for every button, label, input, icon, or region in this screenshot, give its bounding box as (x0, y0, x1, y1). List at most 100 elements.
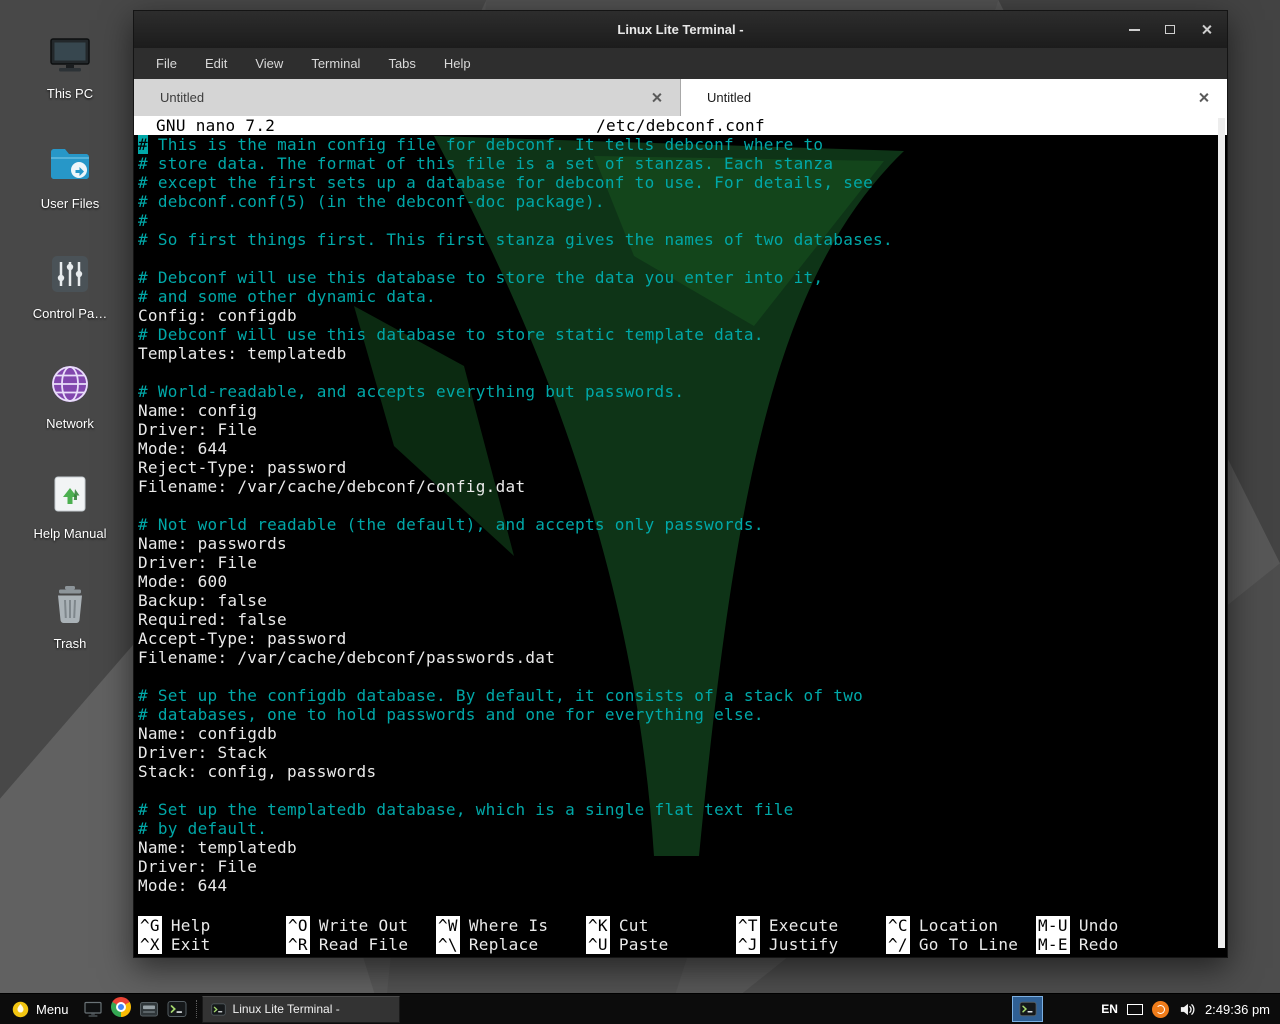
shortcut-key: ^T (736, 916, 760, 935)
desktop: This PCUser FilesControl Pa… Network Help … (0, 0, 1280, 1024)
menu-button-label: Menu (36, 1002, 69, 1017)
shortcut-key: ^\ (436, 935, 460, 954)
update-notifier-icon[interactable] (1152, 1001, 1169, 1018)
desktop-icon-control-pa[interactable]: Control Pa… (8, 238, 132, 348)
tab-label: Untitled (160, 90, 651, 105)
desktop-icon-label: Trash (54, 636, 87, 651)
terminal-line: Mode: 600 (138, 572, 1227, 591)
shortcut-label: Redo (1079, 935, 1119, 954)
launcher-show-desktop-icon[interactable] (79, 994, 107, 1024)
desktop-icon-help-manual[interactable]: Help Manual (8, 458, 132, 568)
launcher-file-manager-icon[interactable] (135, 994, 163, 1024)
tray-terminal-icon[interactable] (1012, 996, 1043, 1022)
terminal-line: Name: config (138, 401, 1227, 420)
desktop-icon-list: This PCUser FilesControl Pa… Network Help … (8, 18, 132, 678)
shortcut-key: ^K (586, 916, 610, 935)
shortcut-key: ^G (138, 916, 162, 935)
terminal-line: # store data. The format of this file is… (138, 154, 1227, 173)
menu-flame-icon (12, 1001, 29, 1018)
terminal-scrollbar[interactable] (1218, 118, 1225, 948)
terminal-line: Reject-Type: password (138, 458, 1227, 477)
tab-1[interactable]: Untitled (134, 79, 681, 116)
shortcut-label: Write Out (319, 916, 408, 935)
menu-button[interactable]: Menu (0, 994, 79, 1024)
terminal-line: Config: configdb (138, 306, 1227, 325)
tab-close-icon[interactable] (651, 92, 662, 103)
terminal-line (138, 667, 1227, 686)
nano-shortcut-cut: ^KCut (586, 916, 736, 935)
tab-2[interactable]: Untitled (681, 79, 1227, 116)
desktop-icon-trash[interactable]: Trash (8, 568, 132, 678)
launcher-terminal-icon[interactable] (163, 994, 191, 1024)
desktop-icon-this-pc[interactable]: This PC (8, 18, 132, 128)
close-button[interactable] (1193, 19, 1219, 41)
shortcut-key: ^W (436, 916, 460, 935)
shortcut-key: M-E (1036, 935, 1070, 954)
nano-shortcut-execute: ^T Execute (736, 916, 886, 935)
terminal-line: Name: passwords (138, 534, 1227, 553)
taskbar: Menu Linux Lite Terminal - EN 2:49:36 pm (0, 993, 1280, 1024)
nano-shortcut-redo: M-E Redo (1036, 935, 1227, 954)
terminal-line: Driver: Stack (138, 743, 1227, 762)
nano-shortcut-undo: M-U Undo (1036, 916, 1227, 935)
menu-item-edit[interactable]: Edit (191, 48, 241, 79)
terminal-line: # databases, one to hold passwords and o… (138, 705, 1227, 724)
nano-shortcut-help: ^GHelp (138, 916, 286, 935)
terminal-icon (167, 999, 187, 1019)
shortcut-label: Paste (619, 935, 669, 954)
menu-item-terminal[interactable]: Terminal (297, 48, 374, 79)
shortcut-key: ^C (886, 916, 910, 935)
clock: 2:49:36 pm (1205, 1002, 1270, 1017)
maximize-icon (1165, 25, 1175, 34)
tab-close-icon[interactable] (1198, 92, 1209, 103)
menu-item-view[interactable]: View (241, 48, 297, 79)
minimize-button[interactable] (1121, 19, 1147, 41)
show-desktop-icon (83, 999, 103, 1019)
menu-bar: FileEditViewTerminalTabsHelp (134, 48, 1227, 79)
shortcut-label: Justify (769, 935, 839, 954)
taskbar-separator (196, 1000, 197, 1018)
menu-item-tabs[interactable]: Tabs (374, 48, 429, 79)
terminal-line: Required: false (138, 610, 1227, 629)
launcher-chrome-icon[interactable] (107, 994, 135, 1024)
terminal-line: Mode: 644 (138, 439, 1227, 458)
keyboard-layout-indicator[interactable]: EN (1101, 1002, 1118, 1016)
help-manual-icon (46, 470, 94, 518)
scrollbar-thumb[interactable] (1218, 118, 1225, 948)
terminal-line (138, 249, 1227, 268)
window-buttons (1121, 11, 1219, 48)
terminal-view[interactable]: GNU nano 7.2 /etc/debconf.conf # This is… (134, 116, 1227, 957)
desktop-icon-label: Network (46, 416, 94, 431)
nano-shortcut-justify: ^JJustify (736, 935, 886, 954)
shortcut-key: ^O (286, 916, 310, 935)
nano-shortcut-exit: ^XExit (138, 935, 286, 954)
desktop-icon-user-files[interactable]: User Files (8, 128, 132, 238)
minimize-icon (1129, 29, 1140, 31)
folder-icon (46, 140, 94, 188)
tab-label: Untitled (707, 90, 1198, 105)
taskbar-window-button[interactable]: Linux Lite Terminal - (202, 996, 400, 1023)
desktop-icon-network[interactable]: Network (8, 348, 132, 458)
menu-item-help[interactable]: Help (430, 48, 485, 79)
nano-shortcut-read-file: ^RRead File (286, 935, 436, 954)
volume-icon[interactable] (1179, 1001, 1196, 1018)
terminal-line: Name: templatedb (138, 838, 1227, 857)
shortcut-label: Execute (769, 916, 839, 935)
computer-icon (46, 30, 94, 78)
window-titlebar[interactable]: Linux Lite Terminal - (134, 11, 1227, 48)
shortcut-key: M-U (1036, 916, 1070, 935)
shortcut-label: Go To Line (919, 935, 1018, 954)
menu-item-file[interactable]: File (142, 48, 191, 79)
tab-bar: Untitled Untitled (134, 79, 1227, 116)
terminal-icon (211, 1002, 226, 1017)
terminal-line: # debconf.conf(5) (in the debconf-doc pa… (138, 192, 1227, 211)
terminal-line: # by default. (138, 819, 1227, 838)
shortcut-label: Undo (1079, 916, 1119, 935)
shortcut-key: ^/ (886, 935, 910, 954)
shortcut-label: Location (919, 916, 998, 935)
maximize-button[interactable] (1157, 19, 1183, 41)
desktop-icon-label: Help Manual (34, 526, 107, 541)
terminal-line: Driver: File (138, 420, 1227, 439)
terminal-line: Mode: 644 (138, 876, 1227, 895)
layout-box-icon[interactable] (1127, 1004, 1143, 1015)
